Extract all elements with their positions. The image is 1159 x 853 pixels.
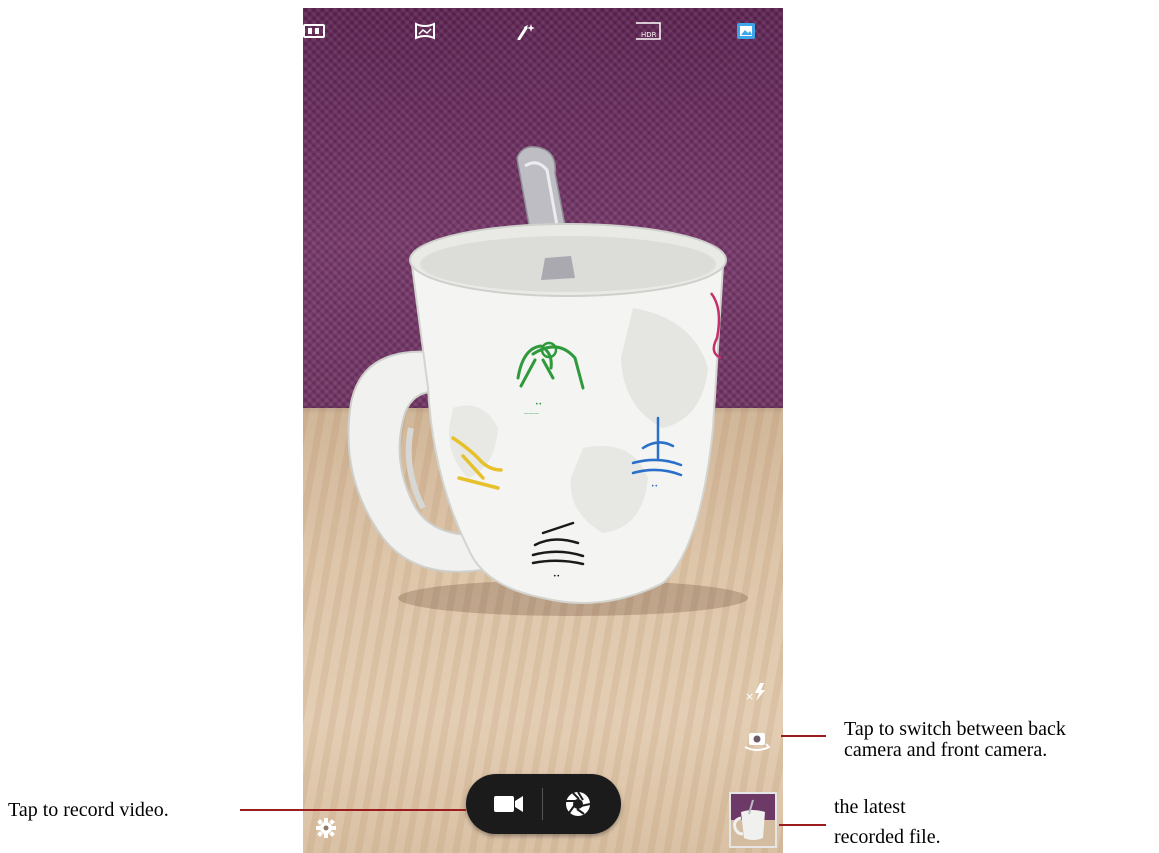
latest-file-thumbnail[interactable]: [729, 792, 777, 848]
switch-camera-callout-line1: Tap to switch between back: [844, 718, 1066, 740]
gear-icon[interactable]: [315, 817, 337, 839]
shutter-icon: [566, 791, 591, 816]
camera-viewfinder[interactable]: •• ——— •• •• HDR ×: [303, 8, 783, 853]
switch-camera-leader-line: [781, 735, 826, 737]
switch-camera-callout-line2: camera and front camera.: [844, 739, 1048, 761]
latest-file-leader-line: [779, 824, 826, 826]
mug-photo: •• ——— •• ••: [347, 146, 748, 616]
svg-text:••: ••: [651, 483, 658, 490]
record-video-callout: Tap to record video.: [8, 799, 169, 821]
camera-help-page: •• ——— •• •• HDR × Tap to record video. …: [0, 0, 1159, 853]
panorama-icon[interactable]: [414, 22, 436, 40]
picture-mode-icon[interactable]: [735, 22, 757, 40]
svg-text:HDR: HDR: [641, 31, 657, 39]
record-video-leader-line: [240, 809, 466, 811]
latest-file-callout-line2: recorded file.: [834, 826, 941, 848]
flash-off-icon[interactable]: ×: [743, 680, 771, 704]
svg-text:••: ••: [553, 573, 560, 580]
svg-text:••: ••: [535, 401, 542, 408]
capture-control-bar: [466, 774, 621, 834]
svg-text:×: ×: [745, 690, 754, 703]
panorama-wide-icon[interactable]: [303, 22, 325, 40]
hdr-icon[interactable]: HDR: [635, 22, 661, 40]
latest-file-callout-line1: the latest: [834, 796, 906, 818]
svg-text:———: ———: [524, 411, 539, 417]
magic-wand-icon[interactable]: [514, 22, 536, 40]
take-photo-button[interactable]: [550, 784, 606, 824]
camera-mode-bar: HDR: [303, 8, 783, 58]
record-video-button[interactable]: [480, 784, 536, 824]
switch-camera-icon[interactable]: [743, 730, 771, 754]
video-camera-icon: [494, 796, 523, 812]
